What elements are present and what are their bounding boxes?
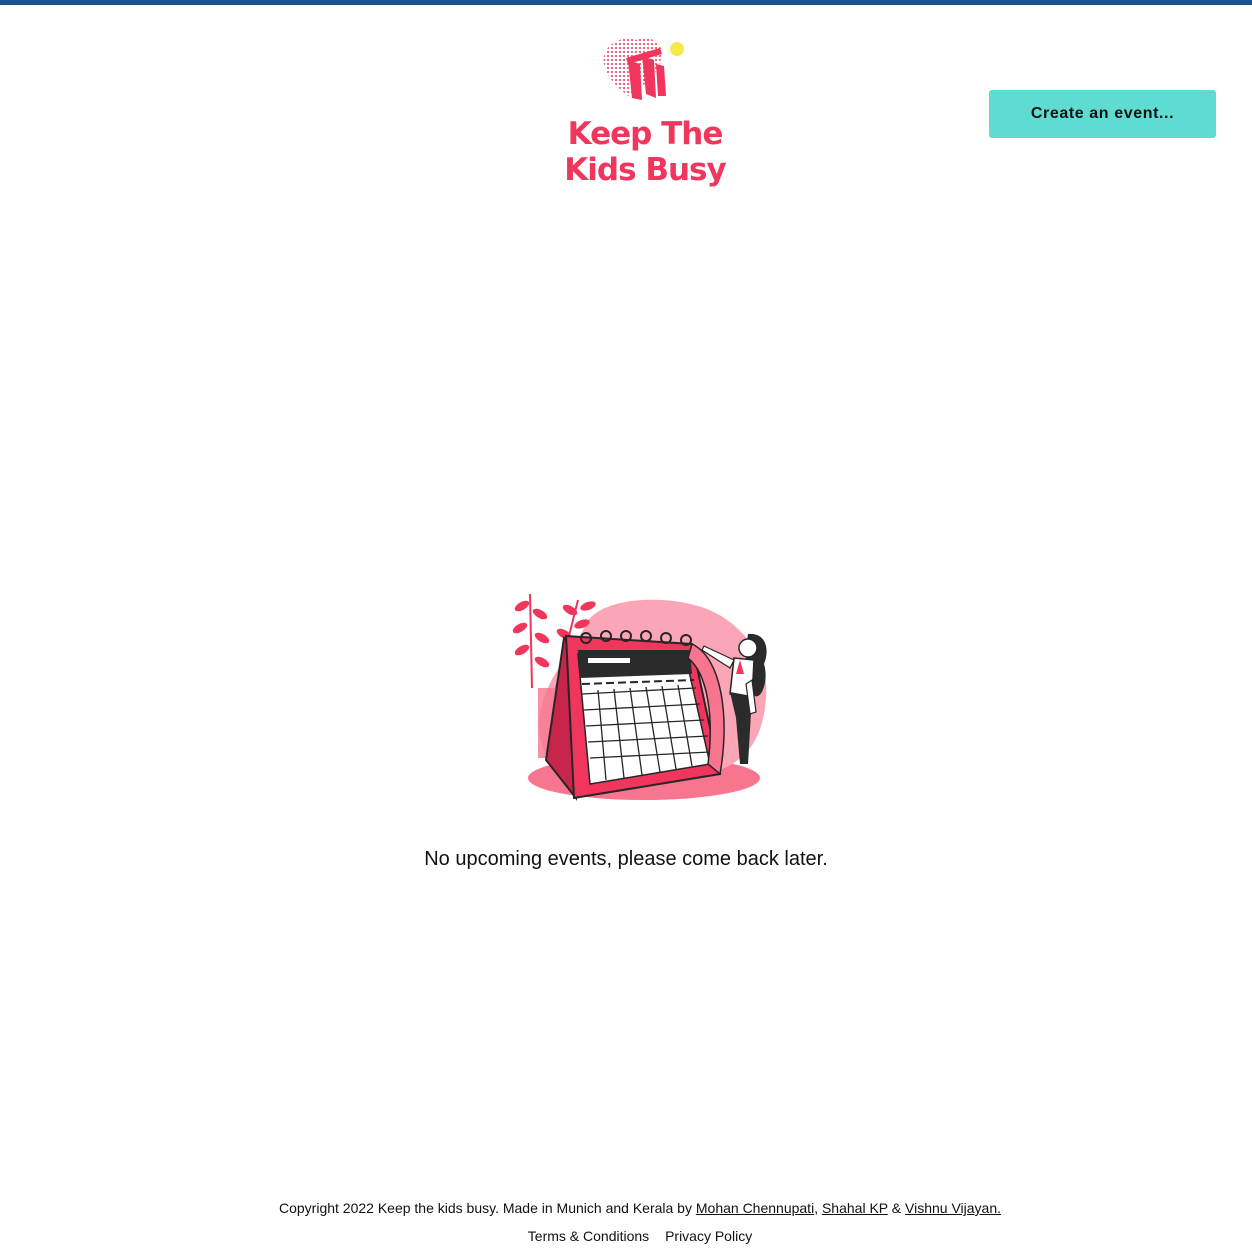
- logo-line-1: Keep The: [567, 116, 724, 152]
- author-separator-comma: ,: [814, 1200, 822, 1216]
- author-link-1[interactable]: Mohan Chennupati: [696, 1200, 814, 1216]
- site-logo[interactable]: Keep The Kids Busy: [560, 32, 730, 197]
- empty-state-message: No upcoming events, please come back lat…: [424, 848, 828, 870]
- footer-links: Terms & Conditions Privacy Policy: [0, 1226, 1252, 1246]
- copyright-line: Copyright 2022 Keep the kids busy. Made …: [0, 1198, 1252, 1218]
- copyright-text: Copyright 2022 Keep the kids busy. Made …: [278, 1200, 696, 1216]
- logo-wordmark: Keep The Kids Busy: [560, 116, 730, 188]
- author-link-2[interactable]: Shahal KP: [822, 1200, 888, 1216]
- site-footer: Copyright 2022 Keep the kids busy. Made …: [0, 1198, 1252, 1246]
- author-link-3[interactable]: Vishnu Vijayan.: [905, 1200, 1001, 1216]
- calendar-woman-illustration: [512, 593, 767, 801]
- top-accent-bar: [0, 0, 1252, 5]
- author-separator-amp: &: [887, 1200, 905, 1216]
- terms-link[interactable]: Terms & Conditions: [528, 1228, 649, 1244]
- create-event-button[interactable]: Create an event...: [989, 90, 1216, 138]
- logo-line-2: Kids Busy: [564, 152, 726, 188]
- privacy-link[interactable]: Privacy Policy: [665, 1228, 752, 1244]
- brush-stroke-logo-icon: [603, 38, 684, 100]
